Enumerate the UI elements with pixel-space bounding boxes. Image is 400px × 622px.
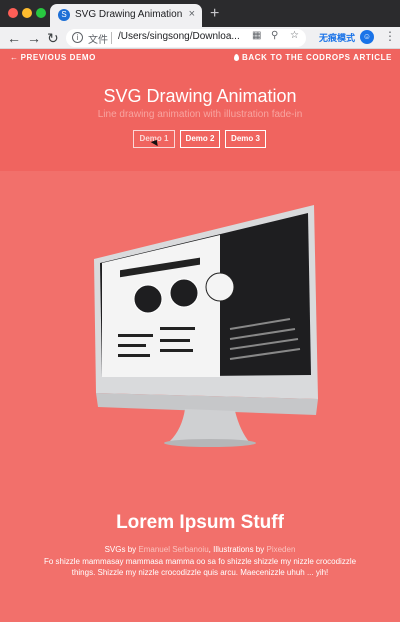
translate-icon[interactable]: ▦	[252, 30, 261, 41]
file-scheme-label: 文件	[88, 35, 108, 46]
info-icon[interactable]: i	[72, 32, 83, 43]
section-title: Lorem Ipsum Stuff	[116, 512, 284, 533]
monitor-illustration	[94, 205, 318, 447]
reload-icon[interactable]: ↻	[47, 28, 59, 48]
wireframe-circle-3	[205, 272, 235, 302]
forward-arrow-icon[interactable]: →	[27, 28, 41, 48]
close-window-button[interactable]	[8, 8, 18, 18]
browser-toolbar: ← → ↻ i 文件 /Users/singsong/Downloa... ▦ …	[0, 27, 400, 49]
url-text[interactable]: /Users/singsong/Downloa...	[118, 31, 248, 42]
tab-title: SVG Drawing Animation | Codrops	[75, 9, 185, 20]
body-text: Fo shizzle mammasay mammasa mamma oo sa …	[43, 557, 357, 577]
menu-icon[interactable]: ⋮	[384, 29, 396, 43]
wireframe-line-5	[118, 354, 150, 357]
address-divider	[111, 32, 112, 44]
codrops-drop-icon	[234, 54, 240, 61]
wireframe-line-3	[118, 344, 146, 347]
address-bar[interactable]: i 文件 /Users/singsong/Downloa... ▦ ⚲ ☆	[66, 29, 306, 47]
demo-2-button[interactable]: Demo 2	[180, 130, 220, 148]
author-link-1[interactable]: Emanuel Serbanoiu	[138, 545, 208, 554]
demo-3-button[interactable]: Demo 3	[225, 130, 266, 148]
back-arrow-icon[interactable]: ←	[7, 28, 21, 48]
credits-prefix: SVGs by	[104, 545, 139, 554]
credits-line: SVGs by Emanuel Serbanoiu, Illustrations…	[0, 545, 400, 554]
author-link-2[interactable]: Pixeden	[266, 545, 295, 554]
title-bar: S SVG Drawing Animation | Codrops × +	[0, 0, 400, 27]
minimize-window-button[interactable]	[22, 8, 32, 18]
wireframe-circle-2	[169, 278, 199, 308]
previous-demo-link[interactable]: ← PREVIOUS DEMO	[10, 53, 96, 62]
page-title: SVG Drawing Animation	[103, 86, 297, 106]
incognito-label[interactable]: 无痕模式	[319, 31, 355, 44]
monitor-base	[164, 439, 256, 447]
page-subtitle: Line drawing animation with illustration…	[97, 109, 303, 120]
tab-close-icon[interactable]: ×	[189, 8, 195, 20]
back-to-article-label: BACK TO THE CODROPS ARTICLE	[242, 53, 392, 62]
back-to-article-link[interactable]: BACK TO THE CODROPS ARTICLE	[234, 53, 392, 62]
credits-middle: , Illustrations by	[208, 545, 267, 554]
incognito-avatar-icon[interactable]: ☺	[360, 30, 374, 44]
wireframe-line-6	[160, 349, 193, 352]
page-content: ← PREVIOUS DEMO BACK TO THE CODROPS ARTIC…	[0, 49, 400, 622]
browser-window: S SVG Drawing Animation | Codrops × + ← …	[0, 0, 400, 622]
wireframe-line-1	[118, 334, 153, 337]
zoom-icon[interactable]: ⚲	[271, 30, 278, 41]
favicon-icon: S	[58, 9, 70, 21]
zoom-window-button[interactable]	[36, 8, 46, 18]
wireframe-line-2	[160, 327, 195, 330]
star-icon[interactable]: ☆	[290, 30, 299, 41]
monitor-stand	[170, 409, 250, 443]
wireframe-circle-1	[133, 284, 163, 314]
browser-tab[interactable]: S SVG Drawing Animation | Codrops ×	[50, 4, 202, 27]
left-arrow-icon: ←	[10, 53, 19, 62]
new-tab-button[interactable]: +	[210, 5, 219, 23]
previous-demo-label: PREVIOUS DEMO	[20, 53, 96, 62]
wireframe-line-4	[160, 339, 190, 342]
